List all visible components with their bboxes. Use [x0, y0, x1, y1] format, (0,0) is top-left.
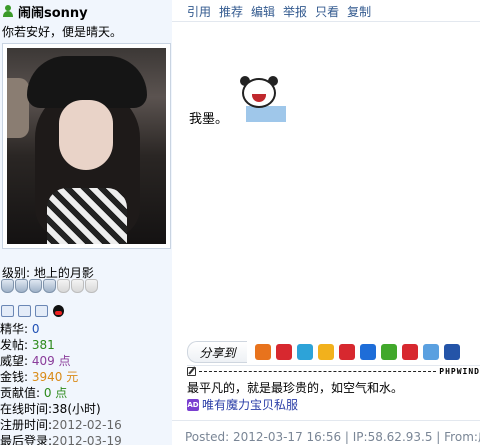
post-action-link[interactable]: 引用 [187, 3, 211, 20]
post-action-link[interactable]: 举报 [283, 3, 307, 20]
stat-row: 威望: 409 点 [0, 353, 172, 369]
username[interactable]: 闹闹sonny [18, 2, 88, 21]
stat-value: 3940 元 [31, 370, 79, 384]
stat-row: 精华: 0 [0, 321, 172, 337]
medal-icon [29, 279, 42, 293]
post-signature: 最平凡的，就是最珍贵的，如空气和水。 [187, 381, 404, 395]
medal-icon [57, 279, 70, 293]
share-service-icon[interactable] [339, 344, 355, 360]
stat-label: 金钱: [0, 370, 32, 384]
stat-label: 注册时间: [0, 418, 53, 432]
share-service-icon[interactable] [276, 344, 292, 360]
medal-icon [15, 279, 28, 293]
ad-row: AD 唯有魔力宝贝私服 [187, 396, 298, 413]
signature-separator: PHPWIND [187, 366, 480, 376]
stat-label: 最后登录: [0, 434, 53, 445]
stat-label: 精华: [0, 322, 32, 336]
medal-icon [43, 279, 56, 293]
stat-label: 发帖: [0, 338, 32, 352]
user-stats: 精华: 0 发帖: 381 威望: 409 点金钱: 3940 元贡献值: 0 点在… [0, 321, 172, 445]
pen-icon [187, 366, 196, 376]
stat-row: 在线时间:38(小时) [0, 401, 172, 417]
panda-emoticon-image [236, 76, 288, 122]
avatar-frame [2, 43, 171, 249]
message-icon[interactable] [18, 305, 31, 317]
post-header-divider [172, 21, 480, 22]
share-service-icon[interactable] [255, 344, 271, 360]
stat-label: 贡献值: [0, 386, 44, 400]
medal-icon [1, 279, 14, 293]
stat-row: 贡献值: 0 点 [0, 385, 172, 401]
stat-value: 2012-03-19 [52, 434, 122, 445]
username-row[interactable]: 闹闹sonny [2, 2, 88, 21]
share-service-icon[interactable] [402, 344, 418, 360]
dashed-line [199, 370, 437, 372]
share-service-icon[interactable] [444, 344, 460, 360]
ad-link[interactable]: 唯有魔力宝贝私服 [202, 396, 298, 413]
user-online-icon [2, 5, 14, 17]
medal-row [1, 279, 98, 293]
post-footer: Posted: 2012-03-17 16:56 | IP:58.62.93.5… [185, 430, 480, 444]
share-service-icon[interactable] [297, 344, 313, 360]
profile-card-icon[interactable] [1, 305, 14, 317]
post-action-link[interactable]: 推荐 [219, 3, 243, 20]
medal-icon [85, 279, 98, 293]
stat-value: 409 点 [31, 354, 71, 368]
post-area: 引用 推荐 编辑 举报 只看 复制 我墨。 分享到 PHPWIND 最平凡的，就是最珍贵的… [172, 0, 480, 445]
stat-value: 38(小时) [52, 402, 101, 416]
share-icons [255, 344, 460, 360]
post-action-link[interactable]: 只看 [315, 3, 339, 20]
share-bar: 分享到 [187, 340, 480, 364]
stat-row: 发帖: 381 [0, 337, 172, 353]
share-label: 分享到 [187, 341, 247, 363]
stat-label: 在线时间: [0, 402, 53, 416]
stat-value: 0 点 [43, 386, 68, 400]
stat-row: 最后登录:2012-03-19 [0, 433, 172, 445]
qq-icon[interactable] [52, 305, 65, 317]
share-service-icon[interactable] [360, 344, 376, 360]
post-action-link[interactable]: 编辑 [251, 3, 275, 20]
user-signature: 你若安好，便是晴天。 [2, 25, 123, 39]
share-service-icon[interactable] [381, 344, 397, 360]
add-friend-icon[interactable] [35, 305, 48, 317]
medal-icon [71, 279, 84, 293]
ad-icon: AD [187, 398, 199, 411]
stat-row: 金钱: 3940 元 [0, 369, 172, 385]
share-service-icon[interactable] [423, 344, 439, 360]
user-sidebar: 闹闹sonny 你若安好，便是晴天。 级别: 地上的月影 精华: 0 发帖: 38… [0, 0, 172, 445]
post-actions: 引用 推荐 编辑 举报 只看 复制 [187, 3, 371, 20]
user-tool-icons [1, 305, 65, 317]
post-content: 我墨。 [189, 112, 229, 127]
phpwind-brand: PHPWIND [439, 366, 480, 376]
stat-value: 381 [31, 338, 55, 352]
footer-divider [172, 420, 480, 421]
stat-label: 威望: [0, 354, 32, 368]
avatar[interactable] [7, 48, 166, 244]
stat-row: 注册时间:2012-02-16 [0, 417, 172, 433]
stat-value: 2012-02-16 [52, 418, 122, 432]
share-service-icon[interactable] [318, 344, 334, 360]
stat-value: 0 [31, 322, 40, 336]
post-action-link[interactable]: 复制 [347, 3, 371, 20]
